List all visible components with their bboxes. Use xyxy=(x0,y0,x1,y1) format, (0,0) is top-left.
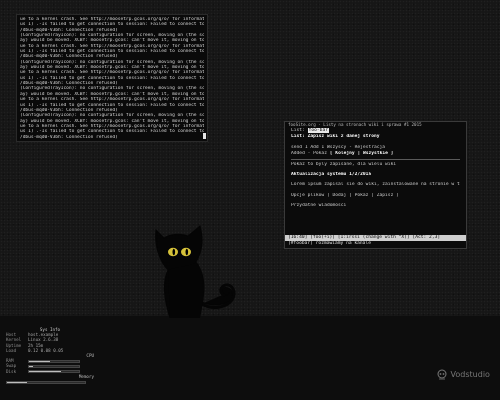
swap-bar-fill xyxy=(29,365,33,367)
tail-line: Przydatne wiadomosci xyxy=(291,202,347,208)
irssi-input[interactable]: [#foobar] rozmawiamy na kanale xyxy=(285,241,466,248)
memory-bar xyxy=(6,380,86,384)
terminal-line: us 1) .-Is failed to get connection to s… xyxy=(20,129,204,135)
description-line: Lorem ipsum zapisal sie do wiki, zainsta… xyxy=(291,182,460,188)
menu-item-wszystkie[interactable]: Wszystkie xyxy=(363,151,388,156)
memory-row xyxy=(6,379,94,384)
terminal-line: ue to a kernel crash. See http://moosetr… xyxy=(20,70,204,76)
terminal-line: /dbus-mqd0-V3bh: Connection refused) xyxy=(20,134,118,140)
terminal-line: (ConfiguredTrayIcon): no configuration f… xyxy=(20,113,204,119)
disk-bar-fill xyxy=(29,371,61,373)
terminal-window-right[interactable]: fooSite.org - Listy na stronach wiki i s… xyxy=(284,121,467,249)
selected-item[interactable]: foo-bar xyxy=(307,128,329,134)
terminal-cursor xyxy=(203,133,206,139)
memory-bar-fill xyxy=(7,381,27,383)
list-row-text: List: xyxy=(291,128,308,134)
skull-icon xyxy=(437,369,447,380)
terminal-line: us 1) .-Is failed to get connection to s… xyxy=(20,22,204,28)
ram-bar xyxy=(28,359,80,363)
menu-item-kolejny[interactable]: Kolejny xyxy=(335,151,354,156)
cat-illustration xyxy=(155,225,236,318)
swap-bar xyxy=(28,364,80,368)
terminal-line: ay) would be moved. XCBY: moosetrp.gcos:… xyxy=(20,38,204,44)
terminal-line: ue to a kernel crash. See http://moosetr… xyxy=(20,97,204,103)
terminal-output: ue to a kernel crash. See http://moosetr… xyxy=(20,17,204,140)
cat-lower-body xyxy=(168,262,205,318)
vodstudio-logo: Vodstudio xyxy=(436,368,496,382)
logo-text: Vodstudio xyxy=(450,370,490,379)
ram-bar-fill xyxy=(29,360,50,362)
disk-bar xyxy=(28,370,80,374)
menu-label: Added - Pokaz xyxy=(291,150,327,156)
divider xyxy=(291,159,460,160)
system-info-panel: Sys Info Host host.example Kernel Linux 2.… xyxy=(6,327,94,397)
terminal-window-left[interactable]: ue to a kernel crash. See http://moosetr… xyxy=(16,14,208,142)
menu-row: Added - Pokaz [ Kolejny | Wszystkie ] xyxy=(291,150,394,156)
